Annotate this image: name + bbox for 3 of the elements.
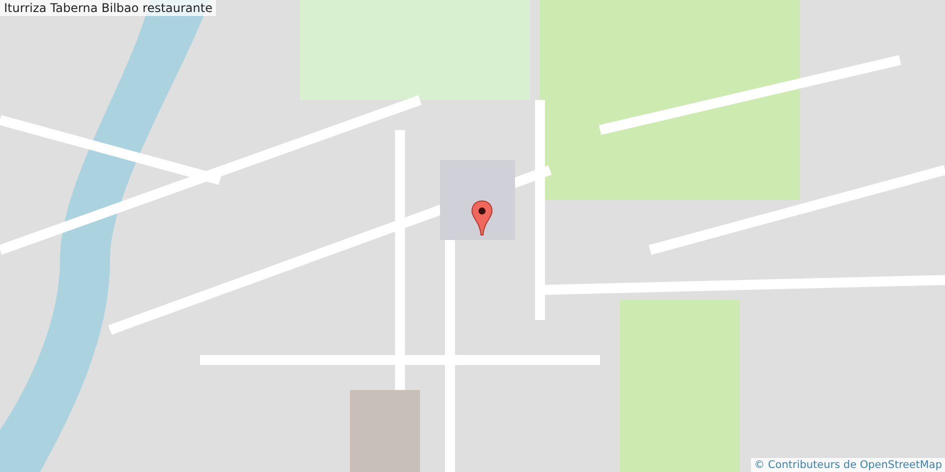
map-attribution[interactable]: © Contributeurs de OpenStreetMap (751, 458, 945, 472)
map-pin-icon[interactable] (471, 200, 493, 236)
map-title: Iturriza Taberna Bilbao restaurante (0, 0, 216, 16)
